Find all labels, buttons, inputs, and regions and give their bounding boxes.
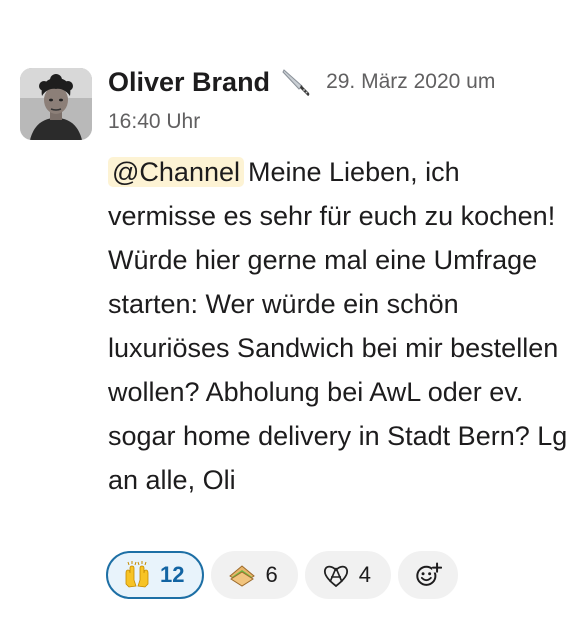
anarchy-heart-icon bbox=[321, 560, 351, 590]
avatar-photo bbox=[20, 68, 92, 140]
message-header: Oliver Brand 29. März 2020 um 16:40 Uhr bbox=[108, 62, 548, 134]
add-reaction-button[interactable] bbox=[397, 551, 458, 599]
channel-mention[interactable]: @Channel bbox=[108, 157, 244, 187]
chat-message: Oliver Brand 29. März 2020 um 16:40 Uhr … bbox=[0, 0, 580, 630]
sandwich-icon bbox=[227, 560, 257, 590]
knife-icon[interactable] bbox=[280, 66, 312, 98]
reaction-anarchy-heart[interactable]: 4 bbox=[304, 551, 391, 599]
reaction-sandwich[interactable]: 6 bbox=[211, 551, 298, 599]
reaction-bar: 12 6 4 bbox=[106, 551, 458, 599]
reaction-count: 4 bbox=[358, 562, 371, 587]
reaction-raised-hands[interactable]: 12 bbox=[106, 551, 205, 599]
timestamp[interactable]: 29. März 2020 um bbox=[326, 70, 495, 94]
reaction-count: 12 bbox=[160, 562, 185, 587]
avatar[interactable] bbox=[20, 68, 92, 140]
raised-hands-icon bbox=[122, 560, 152, 590]
timestamp-continued[interactable]: 16:40 Uhr bbox=[108, 110, 548, 134]
message-text: Meine Lieben, ich vermisse es sehr für e… bbox=[108, 157, 568, 495]
reaction-count: 6 bbox=[265, 562, 278, 587]
message-body: @Channel Meine Lieben, ich vermisse es se… bbox=[108, 150, 568, 502]
add-emoji-icon bbox=[416, 562, 442, 586]
author-name[interactable]: Oliver Brand bbox=[108, 67, 270, 98]
